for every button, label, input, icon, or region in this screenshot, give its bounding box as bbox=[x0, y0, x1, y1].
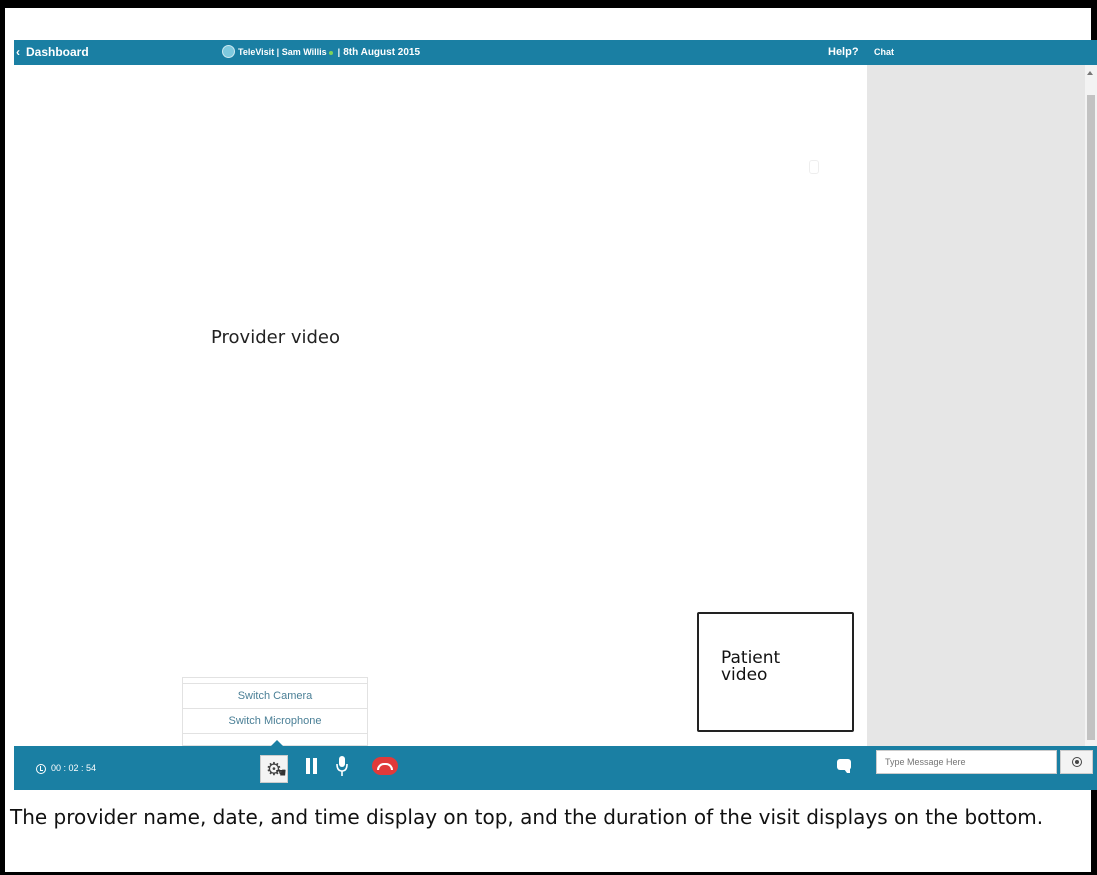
settings-button[interactable]: ⚙ ☚ bbox=[260, 755, 288, 783]
chevron-left-icon: ‹ bbox=[16, 45, 20, 59]
patient-video-box: Patient video bbox=[697, 612, 854, 732]
pause-icon bbox=[306, 758, 310, 774]
switch-microphone-option[interactable]: Switch Microphone bbox=[183, 709, 367, 734]
send-message-button[interactable] bbox=[1060, 750, 1093, 774]
televisit-logo-icon bbox=[222, 45, 235, 59]
help-link[interactable]: Help? bbox=[828, 40, 859, 65]
bottom-control-bar: 00 : 02 : 54 ⚙ ☚ bbox=[14, 740, 1097, 790]
patient-video-label: Patient video bbox=[721, 648, 781, 685]
dashboard-back-link[interactable]: ‹ Dashboard bbox=[14, 40, 89, 65]
top-bar: ‹ Dashboard TeleVisit | Sam Willis | 8th A… bbox=[14, 40, 1097, 65]
chat-title: Chat bbox=[874, 47, 894, 57]
end-call-button[interactable] bbox=[372, 757, 398, 775]
settings-menu: Switch Camera Switch Microphone bbox=[182, 677, 368, 746]
provider-video-area: Provider video Patient video Switch Came… bbox=[14, 65, 867, 746]
caption-text: The provider name, date, and time displa… bbox=[10, 805, 1044, 829]
switch-camera-option[interactable]: Switch Camera bbox=[183, 684, 367, 709]
pause-icon-bar bbox=[313, 758, 317, 774]
clock-icon bbox=[36, 763, 46, 774]
menu-pointer bbox=[271, 740, 283, 746]
chat-panel bbox=[867, 65, 1097, 746]
chat-toggle-button[interactable] bbox=[837, 759, 851, 773]
timer-value: 00 : 02 : 54 bbox=[51, 763, 97, 773]
dashboard-label: Dashboard bbox=[26, 45, 89, 59]
microphone-icon bbox=[336, 756, 348, 776]
pause-button[interactable] bbox=[306, 758, 318, 776]
visit-timer: 00 : 02 : 54 bbox=[36, 746, 96, 790]
online-status-icon bbox=[328, 50, 333, 55]
faint-overlay-mark bbox=[809, 160, 819, 174]
chat-scrollbar[interactable] bbox=[1085, 65, 1097, 746]
provider-name: Sam Willis bbox=[281, 47, 327, 57]
visit-date: 8th August 2015 bbox=[343, 47, 421, 58]
microphone-button[interactable] bbox=[335, 755, 349, 779]
app-name: TeleVisit | bbox=[238, 47, 280, 57]
chat-message-input[interactable] bbox=[876, 750, 1057, 774]
provider-video-label: Provider video bbox=[211, 327, 340, 348]
header-separator: | bbox=[337, 47, 341, 57]
chat-scroll-thumb[interactable] bbox=[1087, 95, 1095, 740]
scroll-up-arrow-icon[interactable] bbox=[1087, 71, 1093, 75]
hand-cursor-icon: ☚ bbox=[275, 765, 287, 780]
visit-info: TeleVisit | Sam Willis | 8th August 2015 bbox=[222, 40, 420, 65]
